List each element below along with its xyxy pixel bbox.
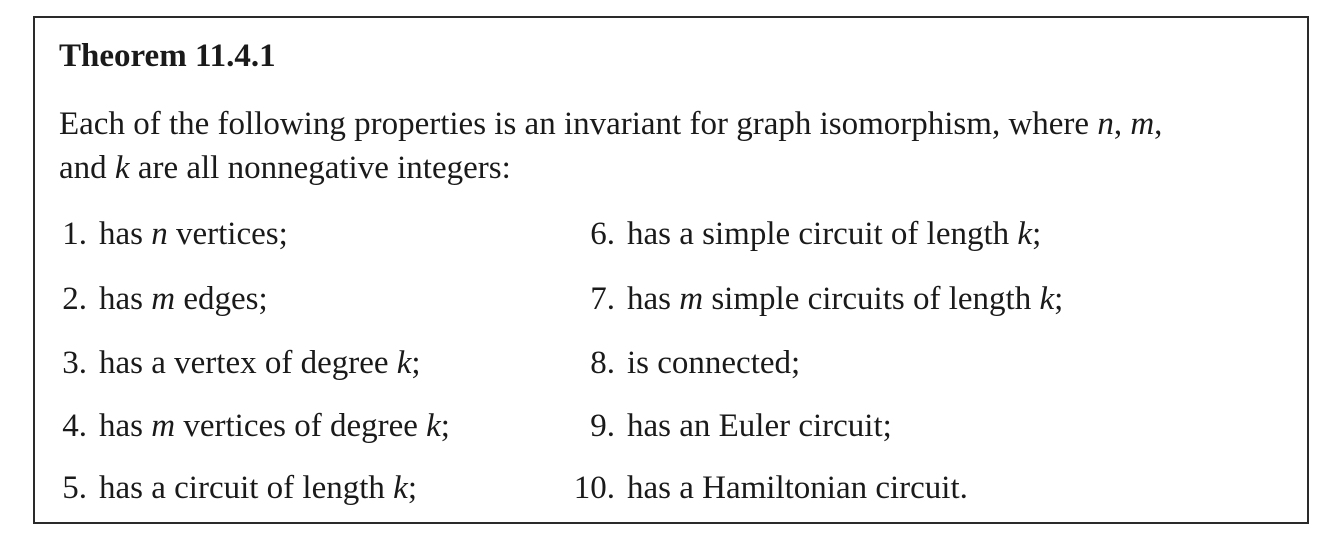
item-text-pre: has xyxy=(99,216,152,252)
item-number: 4. xyxy=(62,408,87,444)
item-text-mid: simple circuits of length xyxy=(703,281,1040,317)
item-text: has a vertex of degree k; xyxy=(99,345,421,381)
item-text-post: vertices; xyxy=(167,216,288,252)
item-var: k xyxy=(396,345,412,381)
item-text-pre: has a circuit of length xyxy=(99,470,394,506)
list-item: 10. has a Hamiltonian circuit. xyxy=(558,468,968,508)
item-text: has n vertices; xyxy=(99,216,288,252)
theorem-box xyxy=(33,16,1309,524)
item-number: 3. xyxy=(62,345,87,381)
item-number: 5. xyxy=(62,470,87,506)
item-text: has m edges; xyxy=(99,281,268,317)
intro-line-2-prefix: and xyxy=(59,150,115,186)
item-text: has a Hamiltonian circuit. xyxy=(627,470,968,506)
item-text-post: ; xyxy=(440,408,450,444)
item-text: has a circuit of length k; xyxy=(99,470,417,506)
item-var: k xyxy=(1017,216,1033,252)
item-text: is connected; xyxy=(627,345,801,381)
item-var: k xyxy=(393,470,408,506)
var-k: k xyxy=(114,150,130,186)
list-item: 1. has n vertices; xyxy=(52,214,288,254)
item-number: 10. xyxy=(573,470,615,506)
item-var: m xyxy=(151,408,176,444)
intro-line-2: and k are all nonnegative integers: xyxy=(59,146,1162,190)
item-text: has a simple circuit of length k; xyxy=(627,216,1041,252)
list-item: 6. has a simple circuit of length k; xyxy=(558,214,1041,254)
intro-line-1: Each of the following properties is an i… xyxy=(59,106,1163,142)
item-text-post: ; xyxy=(1032,216,1042,252)
list-item: 2. has m edges; xyxy=(52,279,268,319)
item-var: m xyxy=(151,281,176,317)
list-item: 8. is connected; xyxy=(558,343,800,383)
list-item: 5. has a circuit of length k; xyxy=(52,468,417,508)
item-text: has m vertices of degree k; xyxy=(99,408,450,444)
item-text: has m simple circuits of length k; xyxy=(627,281,1063,317)
item-text-post: edges; xyxy=(175,281,268,317)
item-number: 7. xyxy=(590,281,615,317)
item-text-pre: has xyxy=(627,281,680,317)
theorem-intro: Each of the following properties is an i… xyxy=(59,102,1162,190)
item-number: 8. xyxy=(590,345,615,381)
item-var: k xyxy=(1039,281,1055,317)
item-text-pre: has a simple circuit of length xyxy=(627,216,1018,252)
var-n: n xyxy=(1097,106,1114,142)
intro-line-1-text: Each of the following properties is an i… xyxy=(59,106,1098,142)
intro-line-2-suffix: are all nonnegative integers: xyxy=(129,150,511,186)
item-number: 6. xyxy=(590,216,615,252)
item-text-mid: vertices of degree xyxy=(175,408,427,444)
list-item: 7. has m simple circuits of length k; xyxy=(558,279,1063,319)
item-var: k xyxy=(426,408,441,444)
item-text-pre: has xyxy=(99,281,152,317)
item-text-post: ; xyxy=(407,470,417,506)
item-text-pre: has a vertex of degree xyxy=(99,345,397,381)
item-text-post: ; xyxy=(1054,281,1064,317)
item-text: has an Euler circuit; xyxy=(627,408,892,444)
theorem-title: Theorem 11.4.1 xyxy=(59,38,276,74)
list-item: 3. has a vertex of degree k; xyxy=(52,343,421,383)
item-number: 1. xyxy=(62,216,87,252)
list-item: 9. has an Euler circuit; xyxy=(558,406,892,446)
var-m: m xyxy=(1130,106,1155,142)
item-text-post: ; xyxy=(411,345,421,381)
item-var: m xyxy=(679,281,704,317)
list-item: 4. has m vertices of degree k; xyxy=(52,406,450,446)
item-number: 9. xyxy=(590,408,615,444)
item-text-pre: has xyxy=(99,408,152,444)
item-var: n xyxy=(151,216,168,252)
item-number: 2. xyxy=(62,281,87,317)
